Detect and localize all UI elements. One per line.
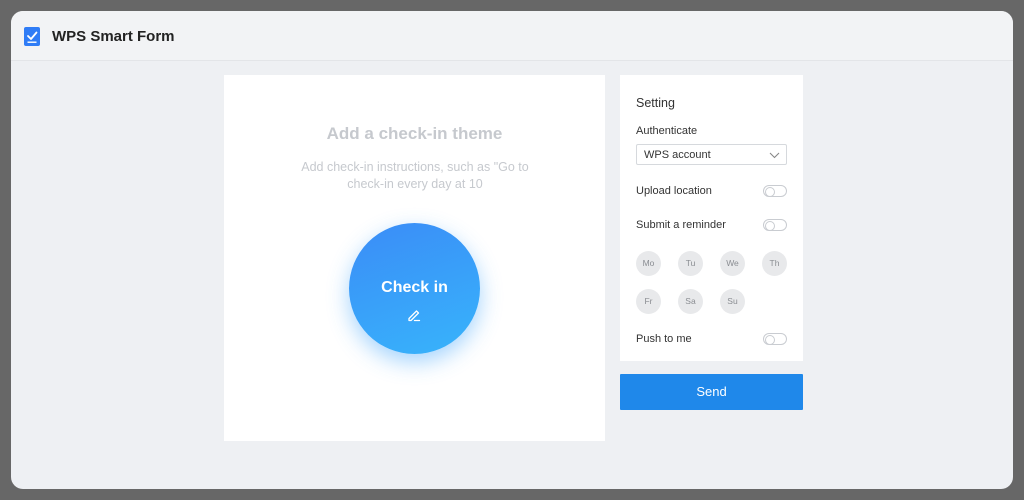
push-to-me-label: Push to me	[636, 333, 692, 345]
day-friday[interactable]: Fr	[636, 289, 661, 314]
day-tuesday[interactable]: Tu	[678, 251, 703, 276]
submit-reminder-label: Submit a reminder	[636, 219, 726, 231]
day-thursday[interactable]: Th	[762, 251, 787, 276]
authenticate-value: WPS account	[644, 149, 711, 161]
settings-title: Setting	[636, 96, 675, 110]
title-bar: WPS Smart Form	[11, 11, 1013, 61]
app-title: WPS Smart Form	[52, 28, 175, 45]
day-sunday[interactable]: Su	[720, 289, 745, 314]
day-wednesday[interactable]: We	[720, 251, 745, 276]
authenticate-select[interactable]: WPS account	[636, 144, 787, 165]
day-saturday[interactable]: Sa	[678, 289, 703, 314]
authenticate-label: Authenticate	[636, 125, 698, 137]
chevron-down-icon	[769, 152, 780, 159]
settings-panel: Setting Authenticate WPS account Upload …	[620, 75, 803, 361]
pencil-icon[interactable]	[406, 307, 422, 323]
upload-location-toggle[interactable]	[763, 185, 787, 197]
day-monday[interactable]: Mo	[636, 251, 661, 276]
submit-reminder-toggle[interactable]	[763, 219, 787, 231]
form-checkbox-icon	[24, 27, 40, 46]
checkin-theme-description[interactable]: Add check-in instructions, such as "Go t…	[290, 159, 540, 193]
send-button[interactable]: Send	[620, 374, 803, 410]
upload-location-label: Upload location	[636, 185, 712, 197]
push-to-me-toggle[interactable]	[763, 333, 787, 345]
checkin-theme-title[interactable]: Add a check-in theme	[224, 124, 605, 144]
checkin-button[interactable]: Check in	[349, 223, 480, 354]
app-window: WPS Smart Form Add a check-in theme Add …	[11, 11, 1013, 489]
form-preview-card: Add a check-in theme Add check-in instru…	[224, 75, 605, 441]
checkin-button-label: Check in	[381, 279, 448, 296]
